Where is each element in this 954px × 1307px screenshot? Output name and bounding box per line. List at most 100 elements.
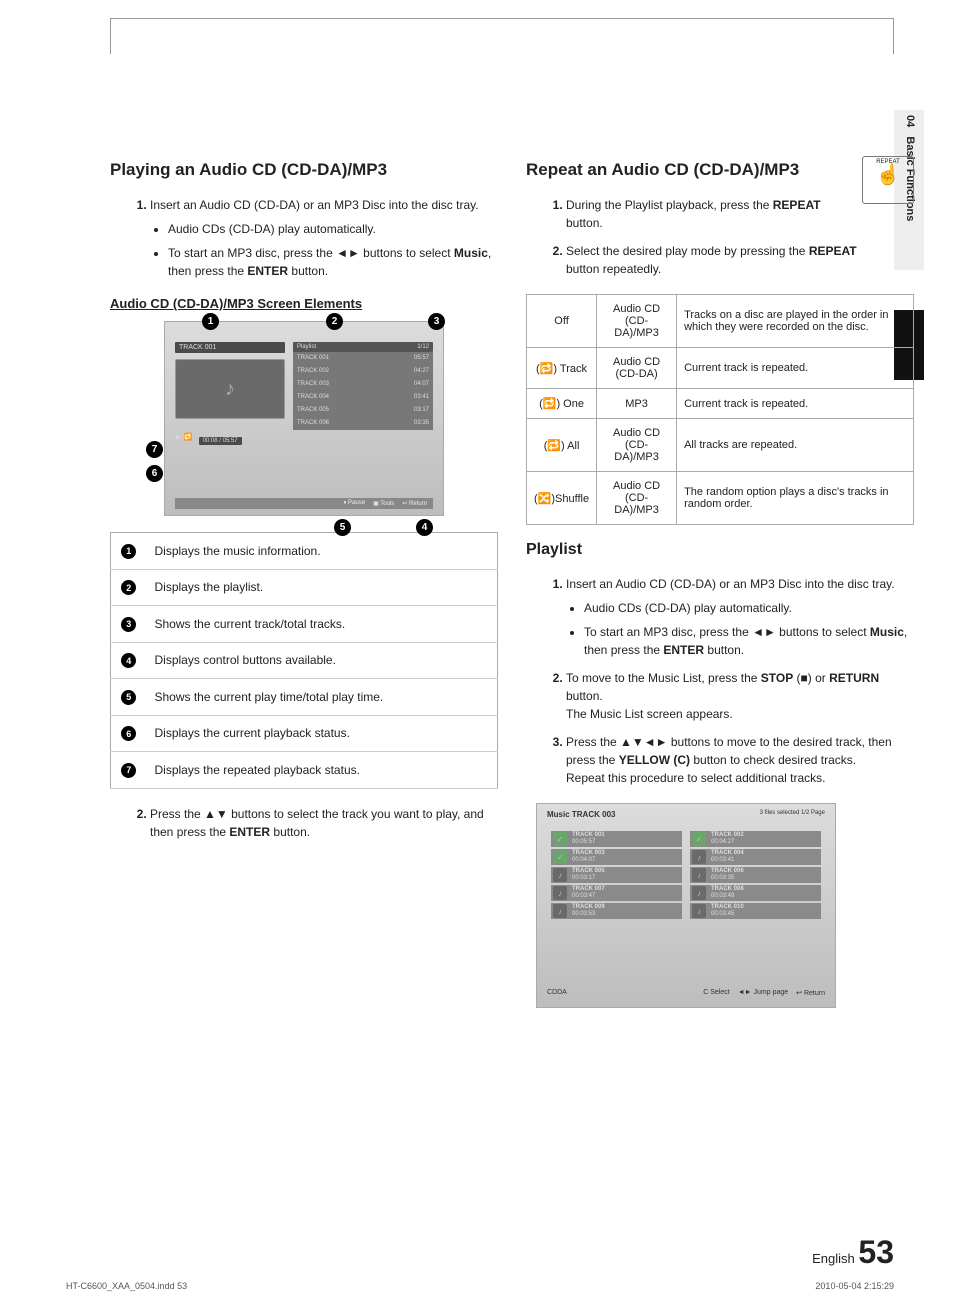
note-icon: ♪ <box>692 868 706 882</box>
page-footer: English 53 <box>812 1234 894 1271</box>
legend-table: 1Displays the music information.2Display… <box>110 532 498 789</box>
repeat-steps: During the Playlist playback, press the … <box>526 196 914 278</box>
repeat-row: (🔁) OneMP3Current track is repeated. <box>527 389 914 419</box>
legend-text: Shows the current track/total tracks. <box>147 606 498 643</box>
status-row: ► 🔁 00:08 / 05:57 <box>175 429 285 445</box>
legend-row: 1Displays the music information. <box>111 533 498 570</box>
legend-number: 1 <box>121 544 136 559</box>
music-item: ♪ TRACK 00400:03:41 <box>690 849 821 865</box>
play-status-icon: ► 🔁 <box>175 433 193 441</box>
music-item: ✓ TRACK 00100:05:57 <box>551 831 682 847</box>
desc-cell: Current track is repeated. <box>677 389 914 419</box>
music-item-text: TRACK 00200:04:27 <box>711 832 744 845</box>
legend-text: Displays the playlist. <box>147 569 498 606</box>
two-column-layout: Playing an Audio CD (CD-DA)/MP3 Insert a… <box>110 160 914 1008</box>
track-count: 1/12 <box>417 344 429 350</box>
mode-cell: Off <box>527 295 597 348</box>
pause-button-label: ⏸ Pause <box>343 500 365 507</box>
music-item-text: TRACK 00100:05:57 <box>572 832 605 845</box>
screenshot-player: TRACK 001 ♪ ► 🔁 00:08 / 05:57 Playlist 1… <box>164 321 444 516</box>
note-icon: ♪ <box>692 850 706 864</box>
music-item: ♪TRACK 00800:03:49 <box>690 885 821 901</box>
manual-page: 04 Basic Functions Playing an Audio CD (… <box>0 0 954 1307</box>
playlist-row: TRACK 00603:35 <box>293 417 433 430</box>
repeat-row: (🔀)ShuffleAudio CD (CD-DA)/MP3The random… <box>527 472 914 525</box>
playlist-row: TRACK 00105:57 <box>293 352 433 365</box>
legend-row: 6 Displays the current playback status. <box>111 715 498 752</box>
music-item: ♪TRACK 00900:03:53 <box>551 903 682 919</box>
bullet: To start an MP3 disc, press the ◄► butto… <box>584 623 914 659</box>
screenshot-music-list: Music TRACK 003 3 files selected 1/2 Pag… <box>536 803 836 1008</box>
legend-number: 7 <box>121 763 136 778</box>
music-item: ♪TRACK 00500:03:17 <box>551 867 682 883</box>
disc-cell: Audio CD (CD-DA)/MP3 <box>597 472 677 525</box>
sub-bullets: Audio CDs (CD-DA) play automatically. To… <box>150 220 498 280</box>
playlist-row: TRACK 00503:17 <box>293 404 433 417</box>
step-2: Select the desired play mode by pressing… <box>566 242 858 278</box>
right-column: Repeat an Audio CD (CD-DA)/MP3 REPEAT ☝ … <box>526 160 914 1008</box>
music-item: ✓TRACK 00200:04:27 <box>690 831 821 847</box>
legend-text: Displays control buttons available. <box>147 642 498 679</box>
callout-6: 6 <box>146 465 163 482</box>
disc-cell: Audio CD (CD-DA)/MP3 <box>597 295 677 348</box>
music-item-text: TRACK 00300:04:07 <box>572 850 605 863</box>
tools-button-label: ▣ Tools <box>373 500 394 507</box>
callout-4: 4 <box>416 519 433 536</box>
music-header-right: 3 files selected 1/2 Page <box>760 810 825 819</box>
note-icon: ♪ <box>553 868 567 882</box>
legend-row: 2Displays the playlist. <box>111 569 498 606</box>
playlist-rows: TRACK 00105:57TRACK 00204:27TRACK 00304:… <box>293 352 433 430</box>
playlist-label: Playlist <box>297 344 316 350</box>
disc-type: CDDA <box>547 989 567 997</box>
legend-row: 5Shows the current play time/total play … <box>111 679 498 716</box>
legend-number: 4 <box>121 653 136 668</box>
playlist-row: TRACK 00204:27 <box>293 365 433 378</box>
lang-label: English <box>812 1251 855 1266</box>
music-list-header: Music TRACK 003 3 files selected 1/2 Pag… <box>537 804 835 825</box>
select-label: C Select <box>703 989 729 997</box>
subheading-screen-elements: Audio CD (CD-DA)/MP3 Screen Elements <box>110 296 498 311</box>
playlist-header: Playlist 1/12 <box>293 342 433 352</box>
repeat-row: (🔁) AllAudio CD (CD-DA)/MP3All tracks ar… <box>527 419 914 472</box>
repeat-row: OffAudio CD (CD-DA)/MP3Tracks on a disc … <box>527 295 914 348</box>
check-icon: ✓ <box>553 832 567 846</box>
return-button-label: ↩ Return <box>402 500 427 507</box>
screenshot-wrap: 1 2 3 7 6 5 4 TRACK 001 ♪ ► 🔁 00:08 / 05… <box>154 321 454 516</box>
music-note-icon: ♪ <box>175 359 285 419</box>
play-steps: Insert an Audio CD (CD-DA) or an MP3 Dis… <box>110 196 498 280</box>
page-number: 53 <box>858 1234 894 1270</box>
step-2: To move to the Music List, press the STO… <box>566 669 914 723</box>
mode-cell: (🔁) One <box>527 389 597 419</box>
callout-1: 1 <box>202 313 219 330</box>
music-item: ✓ TRACK 00300:04:07 <box>551 849 682 865</box>
step-1: Insert an Audio CD (CD-DA) or an MP3 Dis… <box>150 196 498 280</box>
music-item-text: TRACK 00900:03:53 <box>572 904 605 917</box>
check-icon: ✓ <box>553 850 567 864</box>
step-3: Press the ▲▼◄► buttons to move to the de… <box>566 733 914 787</box>
repeat-mode-table: OffAudio CD (CD-DA)/MP3Tracks on a disc … <box>526 294 914 525</box>
callout-5: 5 <box>334 519 351 536</box>
left-column: Playing an Audio CD (CD-DA)/MP3 Insert a… <box>110 160 498 1008</box>
desc-cell: The random option plays a disc's tracks … <box>677 472 914 525</box>
repeat-row: (🔁) TrackAudio CD (CD-DA)Current track i… <box>527 348 914 389</box>
playlist-row: TRACK 00403:41 <box>293 391 433 404</box>
music-item-text: TRACK 00800:03:49 <box>711 886 744 899</box>
repeat-button-illustration: REPEAT ☝ <box>862 156 914 204</box>
music-footer: CDDA C Select ◄► Jump page ↩ Return <box>547 989 825 997</box>
music-header-left: Music TRACK 003 <box>547 810 615 819</box>
legend-text: Displays the current playback status. <box>147 715 498 752</box>
bullet: To start an MP3 disc, press the ◄► butto… <box>168 244 498 280</box>
callout-7: 7 <box>146 441 163 458</box>
desc-cell: All tracks are repeated. <box>677 419 914 472</box>
playlist-steps: Insert an Audio CD (CD-DA) or an MP3 Dis… <box>526 575 914 787</box>
crop-mark <box>110 18 894 20</box>
return-label: ↩ Return <box>796 989 825 997</box>
music-item: ♪TRACK 00600:03:35 <box>690 867 821 883</box>
current-track-title: TRACK 001 <box>175 342 285 353</box>
legend-number: 6 <box>121 726 136 741</box>
music-item-text: TRACK 00400:03:41 <box>711 850 744 863</box>
mode-cell: (🔁) All <box>527 419 597 472</box>
music-grid: ✓TRACK 00100:05:57✓TRACK 00200:04:27✓TRA… <box>537 825 835 925</box>
music-item-text: TRACK 01000:03:45 <box>711 904 744 917</box>
ss-footer: ⏸ Pause ▣ Tools ↩ Return <box>175 498 433 509</box>
